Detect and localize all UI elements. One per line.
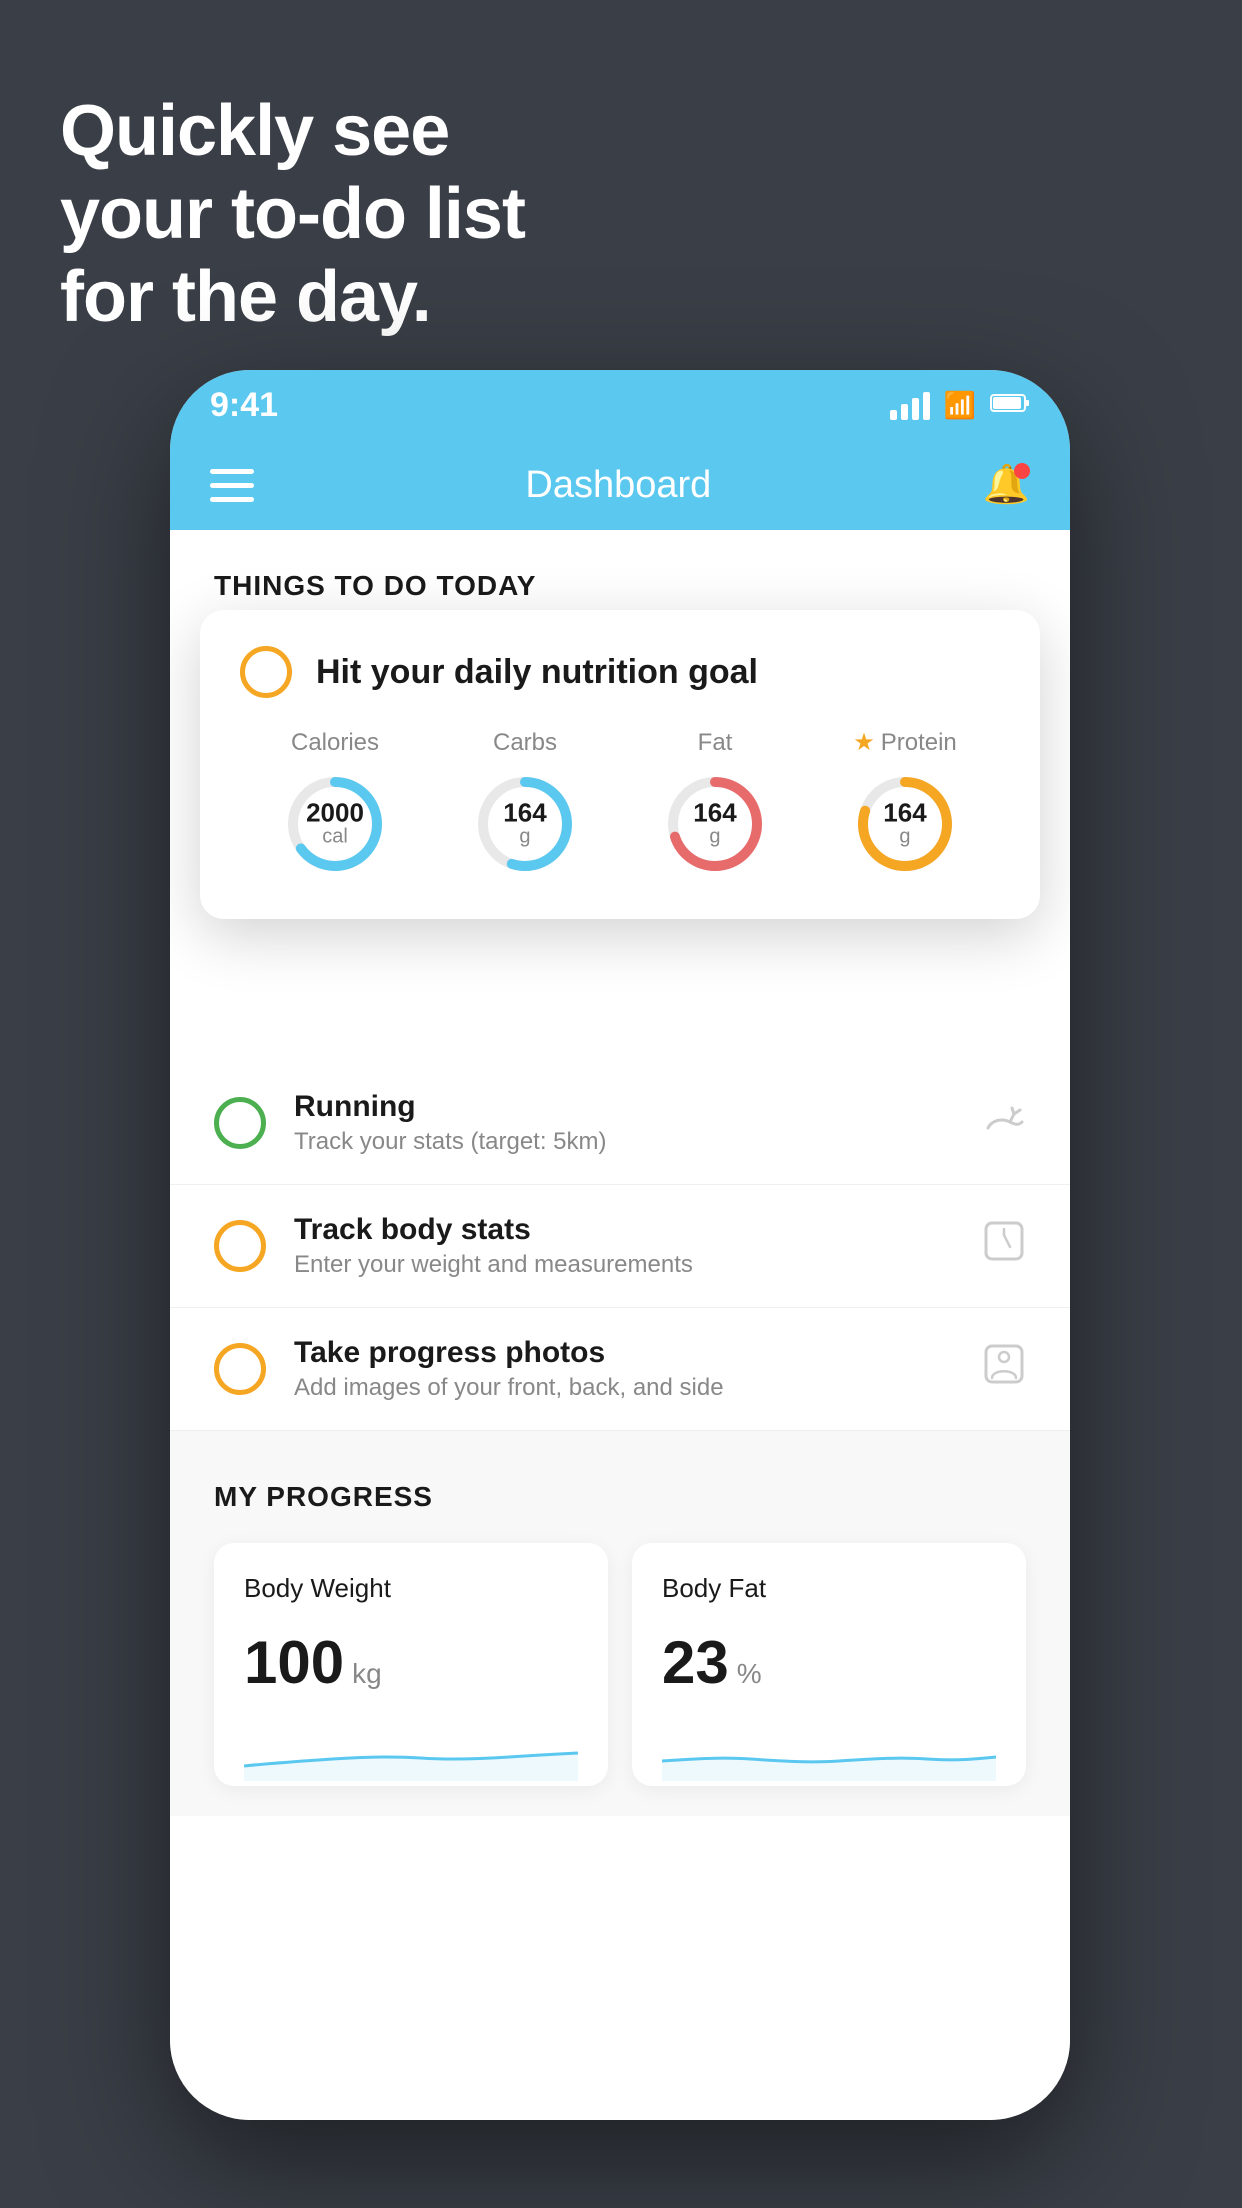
progress-header: MY PROGRESS <box>214 1481 1026 1513</box>
phone-shell: 9:41 📶 Dashboard 🔔 <box>170 370 1070 2120</box>
todo-item-body-stats[interactable]: Track body stats Enter your weight and m… <box>170 1185 1070 1308</box>
scale-icon <box>982 1219 1026 1273</box>
hero-line3: for the day. <box>60 256 525 339</box>
todo-name-body-stats: Track body stats <box>294 1213 954 1247</box>
nutrition-card[interactable]: Hit your daily nutrition goal Calories 2… <box>200 610 1040 919</box>
nutrition-card-header: Hit your daily nutrition goal <box>240 646 1000 698</box>
todo-sub-running: Track your stats (target: 5km) <box>294 1128 954 1156</box>
hero-text: Quickly see your to-do list for the day. <box>60 90 525 338</box>
stat-protein: ★ Protein 164 g <box>850 728 960 879</box>
carbs-donut: 164 g <box>470 769 580 879</box>
todo-item-running[interactable]: Running Track your stats (target: 5km) <box>170 1062 1070 1185</box>
stat-calories: Calories 2000 cal <box>280 729 390 879</box>
todo-sub-photos: Add images of your front, back, and side <box>294 1374 954 1402</box>
todo-sub-body-stats: Enter your weight and measurements <box>294 1251 954 1279</box>
hero-line1: Quickly see <box>60 90 525 173</box>
progress-section: MY PROGRESS Body Weight 100 kg B <box>170 1431 1070 1816</box>
todo-circle-body-stats <box>214 1220 266 1272</box>
todo-name-photos: Take progress photos <box>294 1336 954 1370</box>
notifications-button[interactable]: 🔔 <box>983 463 1030 507</box>
fat-value: 164 <box>693 800 736 826</box>
body-fat-unit: % <box>737 1658 762 1690</box>
body-fat-chart <box>662 1721 996 1781</box>
body-weight-unit: kg <box>352 1658 382 1690</box>
protein-unit: g <box>883 826 926 849</box>
things-today-header: THINGS TO DO TODAY <box>170 530 1070 622</box>
fat-donut: 164 g <box>660 769 770 879</box>
todo-text-photos: Take progress photos Add images of your … <box>294 1336 954 1402</box>
nav-bar: Dashboard 🔔 <box>170 440 1070 530</box>
protein-label: ★ Protein <box>853 728 957 757</box>
calories-donut: 2000 cal <box>280 769 390 879</box>
todo-text-running: Running Track your stats (target: 5km) <box>294 1090 954 1156</box>
calories-label: Calories <box>291 729 379 757</box>
carbs-label: Carbs <box>493 729 557 757</box>
nutrition-title: Hit your daily nutrition goal <box>316 653 758 692</box>
protein-value: 164 <box>883 800 926 826</box>
carbs-unit: g <box>503 826 546 849</box>
notification-badge <box>1014 463 1030 479</box>
calories-value: 2000 <box>306 800 364 826</box>
wifi-icon: 📶 <box>944 390 976 421</box>
carbs-value: 164 <box>503 800 546 826</box>
todo-circle-photos <box>214 1343 266 1395</box>
progress-cards: Body Weight 100 kg Body Fat 23 % <box>214 1543 1026 1786</box>
star-icon: ★ <box>853 728 875 757</box>
app-content: THINGS TO DO TODAY Hit your daily nutrit… <box>170 530 1070 2120</box>
nutrition-stats: Calories 2000 cal Carbs <box>240 728 1000 879</box>
hero-line2: your to-do list <box>60 173 525 256</box>
body-weight-chart <box>244 1721 578 1781</box>
todo-item-photos[interactable]: Take progress photos Add images of your … <box>170 1308 1070 1431</box>
hamburger-menu[interactable] <box>210 469 254 502</box>
body-weight-value-row: 100 kg <box>244 1628 578 1697</box>
todo-text-body-stats: Track body stats Enter your weight and m… <box>294 1213 954 1279</box>
calories-unit: cal <box>306 826 364 849</box>
nav-title: Dashboard <box>525 464 711 507</box>
status-icons: 📶 <box>890 390 1030 421</box>
protein-donut: 164 g <box>850 769 960 879</box>
fat-unit: g <box>693 826 736 849</box>
todo-name-running: Running <box>294 1090 954 1124</box>
person-icon <box>982 1342 1026 1396</box>
body-fat-title: Body Fat <box>662 1573 996 1604</box>
body-weight-title: Body Weight <box>244 1573 578 1604</box>
body-fat-card[interactable]: Body Fat 23 % <box>632 1543 1026 1786</box>
body-weight-card[interactable]: Body Weight 100 kg <box>214 1543 608 1786</box>
body-fat-value: 23 <box>662 1628 729 1697</box>
todo-circle-running <box>214 1097 266 1149</box>
signal-icon <box>890 390 930 420</box>
fat-label: Fat <box>698 729 733 757</box>
battery-icon <box>990 390 1030 421</box>
running-icon <box>982 1100 1026 1146</box>
body-weight-value: 100 <box>244 1628 344 1697</box>
todo-list: Running Track your stats (target: 5km) T… <box>170 1062 1070 1431</box>
status-bar: 9:41 📶 <box>170 370 1070 440</box>
stat-carbs: Carbs 164 g <box>470 729 580 879</box>
body-fat-value-row: 23 % <box>662 1628 996 1697</box>
status-time: 9:41 <box>210 386 278 425</box>
nutrition-check-circle <box>240 646 292 698</box>
stat-fat: Fat 164 g <box>660 729 770 879</box>
